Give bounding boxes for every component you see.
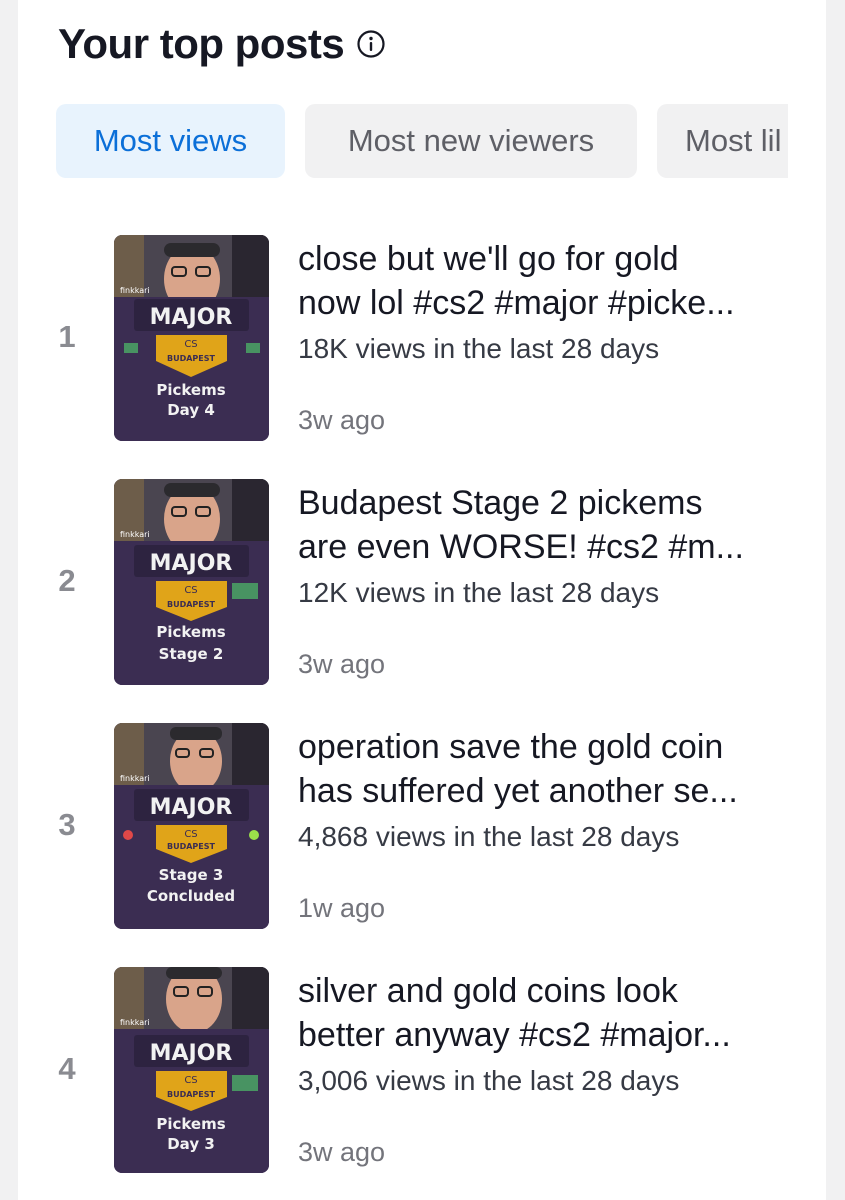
post-rank: 3 xyxy=(58,807,76,842)
post-info: operation save the gold coin has suffere… xyxy=(298,723,808,924)
thumbnail-city-text: BUDAPEST xyxy=(167,600,216,609)
thumbnail-cs-text: CS xyxy=(184,1075,197,1086)
post-thumbnail[interactable]: MAJOR CS BUDAPEST Stage 3 Concluded fink… xyxy=(114,723,269,929)
thumbnail-streamer-tag: finkkari xyxy=(120,1018,150,1027)
tab-most-likes[interactable]: Most lil xyxy=(657,104,788,178)
post-title-line: has suffered yet another se... xyxy=(298,772,738,810)
thumbnail-line1: Stage 3 xyxy=(159,866,224,884)
post-info: close but we'll go for gold now lol #cs2… xyxy=(298,235,808,436)
post-title-line: silver and gold coins look xyxy=(298,972,678,1010)
post-title: close but we'll go for gold now lol #cs2… xyxy=(298,237,808,325)
info-circle-icon[interactable] xyxy=(356,29,386,59)
post-views: 3,006 views in the last 28 days xyxy=(298,1065,680,1096)
post-row[interactable]: 3 MAJOR CS BUDAPEST Stage 3 Concluded fi… xyxy=(18,723,826,933)
thumbnail-major-text: MAJOR xyxy=(150,1041,233,1066)
post-title: silver and gold coins look better anyway… xyxy=(298,969,808,1057)
post-rank: 1 xyxy=(58,319,76,354)
post-thumbnail[interactable]: MAJOR CS BUDAPEST Pickems Day 4 finkkari xyxy=(114,235,269,441)
page-title: Your top posts xyxy=(58,20,345,67)
post-views: 4,868 views in the last 28 days xyxy=(298,821,680,852)
post-views: 12K views in the last 28 days xyxy=(298,577,660,608)
thumbnail-line1: Pickems xyxy=(156,623,225,641)
post-title-line: close but we'll go for gold xyxy=(298,240,679,278)
thumbnail-city-text: BUDAPEST xyxy=(167,1090,216,1099)
post-title: operation save the gold coin has suffere… xyxy=(298,725,808,813)
post-title: Budapest Stage 2 pickems are even WORSE!… xyxy=(298,481,808,569)
tab-label: Most new viewers xyxy=(347,123,595,158)
post-title-line: Budapest Stage 2 pickems xyxy=(298,484,703,522)
post-thumbnail[interactable]: MAJOR CS BUDAPEST Pickems Stage 2 finkka… xyxy=(114,479,269,685)
thumbnail-cs-text: CS xyxy=(184,339,197,350)
metric-tabs: Most views Most new viewers Most lil xyxy=(56,104,788,178)
thumbnail-line2: Day 3 xyxy=(167,1135,215,1153)
post-thumbnail[interactable]: MAJOR CS BUDAPEST Pickems Day 3 finkkari xyxy=(114,967,269,1173)
thumbnail-streamer-tag: finkkari xyxy=(120,286,150,295)
thumbnail-major-text: MAJOR xyxy=(150,305,233,330)
post-views: 18K views in the last 28 days xyxy=(298,333,660,364)
section-header: Your top posts xyxy=(58,20,386,68)
post-row[interactable]: 1 MAJOR CS BUDAPEST Pickems Day 4 finkka… xyxy=(18,235,826,445)
top-posts-panel: Your top posts Most views Most new viewe… xyxy=(18,0,826,1200)
post-info: silver and gold coins look better anyway… xyxy=(298,967,808,1168)
thumbnail-city-text: BUDAPEST xyxy=(167,354,216,363)
tab-most-views[interactable]: Most views xyxy=(56,104,285,178)
post-row[interactable]: 4 MAJOR CS BUDAPEST Pickems Day 3 finkka… xyxy=(18,967,826,1177)
thumbnail-cs-text: CS xyxy=(184,829,197,840)
post-title-line: better anyway #cs2 #major... xyxy=(298,1016,731,1054)
post-title-line: are even WORSE! #cs2 #m... xyxy=(298,528,744,566)
post-title-line: now lol #cs2 #major #picke... xyxy=(298,284,735,322)
thumbnail-line1: Pickems xyxy=(156,1115,225,1133)
post-row[interactable]: 2 MAJOR CS BUDAPEST Pickems Stage 2 fink… xyxy=(18,479,826,689)
post-age: 3w ago xyxy=(298,405,386,435)
post-age: 3w ago xyxy=(298,649,386,679)
tab-label: Most views xyxy=(93,123,248,158)
thumbnail-streamer-tag: finkkari xyxy=(120,530,150,539)
thumbnail-major-text: MAJOR xyxy=(150,795,233,820)
thumbnail-line1: Pickems xyxy=(156,381,225,399)
thumbnail-line2: Stage 2 xyxy=(159,645,224,663)
post-info: Budapest Stage 2 pickems are even WORSE!… xyxy=(298,479,808,680)
post-age: 1w ago xyxy=(298,893,386,923)
tab-label: Most lil xyxy=(685,123,782,158)
post-age: 3w ago xyxy=(298,1137,386,1167)
thumbnail-city-text: BUDAPEST xyxy=(167,842,216,851)
post-rank: 2 xyxy=(58,563,76,598)
thumbnail-cs-text: CS xyxy=(184,585,197,596)
thumbnail-streamer-tag: finkkari xyxy=(120,774,150,783)
post-rank: 4 xyxy=(58,1051,76,1086)
post-title-line: operation save the gold coin xyxy=(298,728,724,766)
thumbnail-major-text: MAJOR xyxy=(150,551,233,576)
thumbnail-line2: Concluded xyxy=(147,887,235,905)
thumbnail-line2: Day 4 xyxy=(167,401,215,419)
tab-most-new-viewers[interactable]: Most new viewers xyxy=(305,104,637,178)
